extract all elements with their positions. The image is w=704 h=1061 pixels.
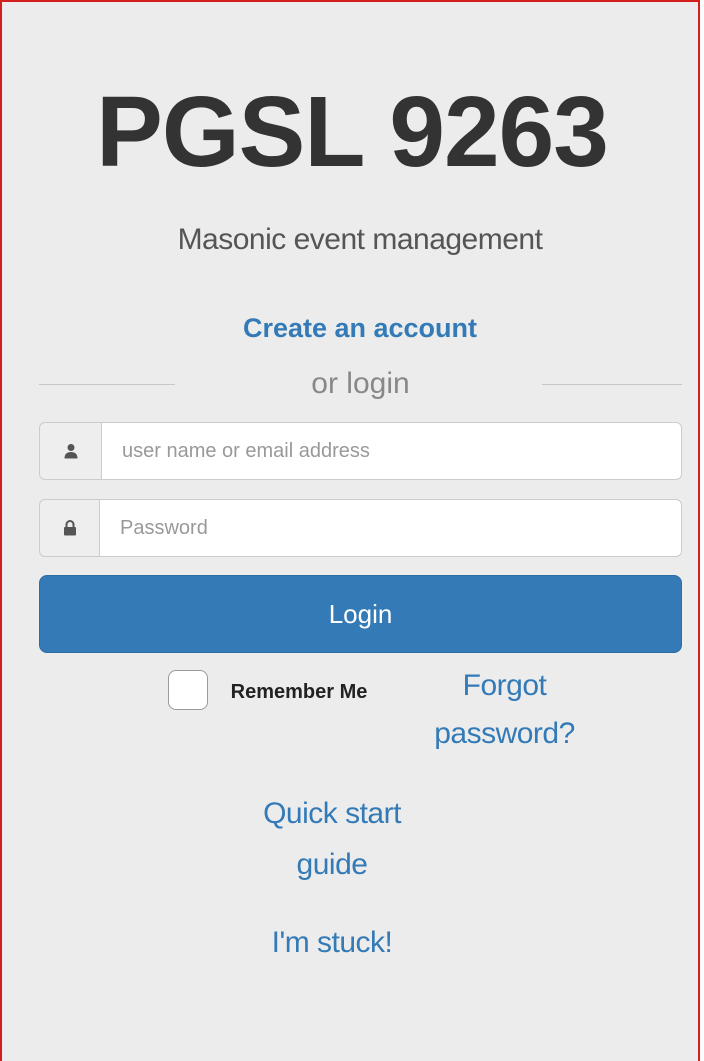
remember-me-checkbox[interactable] bbox=[168, 670, 208, 710]
login-divider: or login bbox=[39, 364, 682, 404]
divider-line-right bbox=[542, 384, 682, 385]
im-stuck-link[interactable]: I'm stuck! bbox=[232, 918, 432, 968]
password-input-group bbox=[39, 499, 682, 557]
password-input[interactable] bbox=[99, 499, 682, 557]
login-button[interactable]: Login bbox=[39, 575, 682, 653]
username-input[interactable] bbox=[101, 422, 682, 480]
forgot-password-link[interactable]: Forgot password? bbox=[412, 662, 597, 758]
login-panel: PGSL 9263 Masonic event management Creat… bbox=[0, 0, 700, 1061]
remember-me-label: Remember Me bbox=[230, 681, 368, 703]
quick-start-guide-link[interactable]: Quick start guide bbox=[232, 788, 432, 890]
create-account-link[interactable]: Create an account bbox=[2, 310, 704, 346]
lock-icon bbox=[39, 499, 99, 557]
app-subtitle: Masonic event management bbox=[177, 223, 543, 256]
username-input-group bbox=[39, 422, 682, 480]
user-icon bbox=[39, 422, 101, 480]
app-title: PGSL 9263 bbox=[96, 76, 609, 188]
